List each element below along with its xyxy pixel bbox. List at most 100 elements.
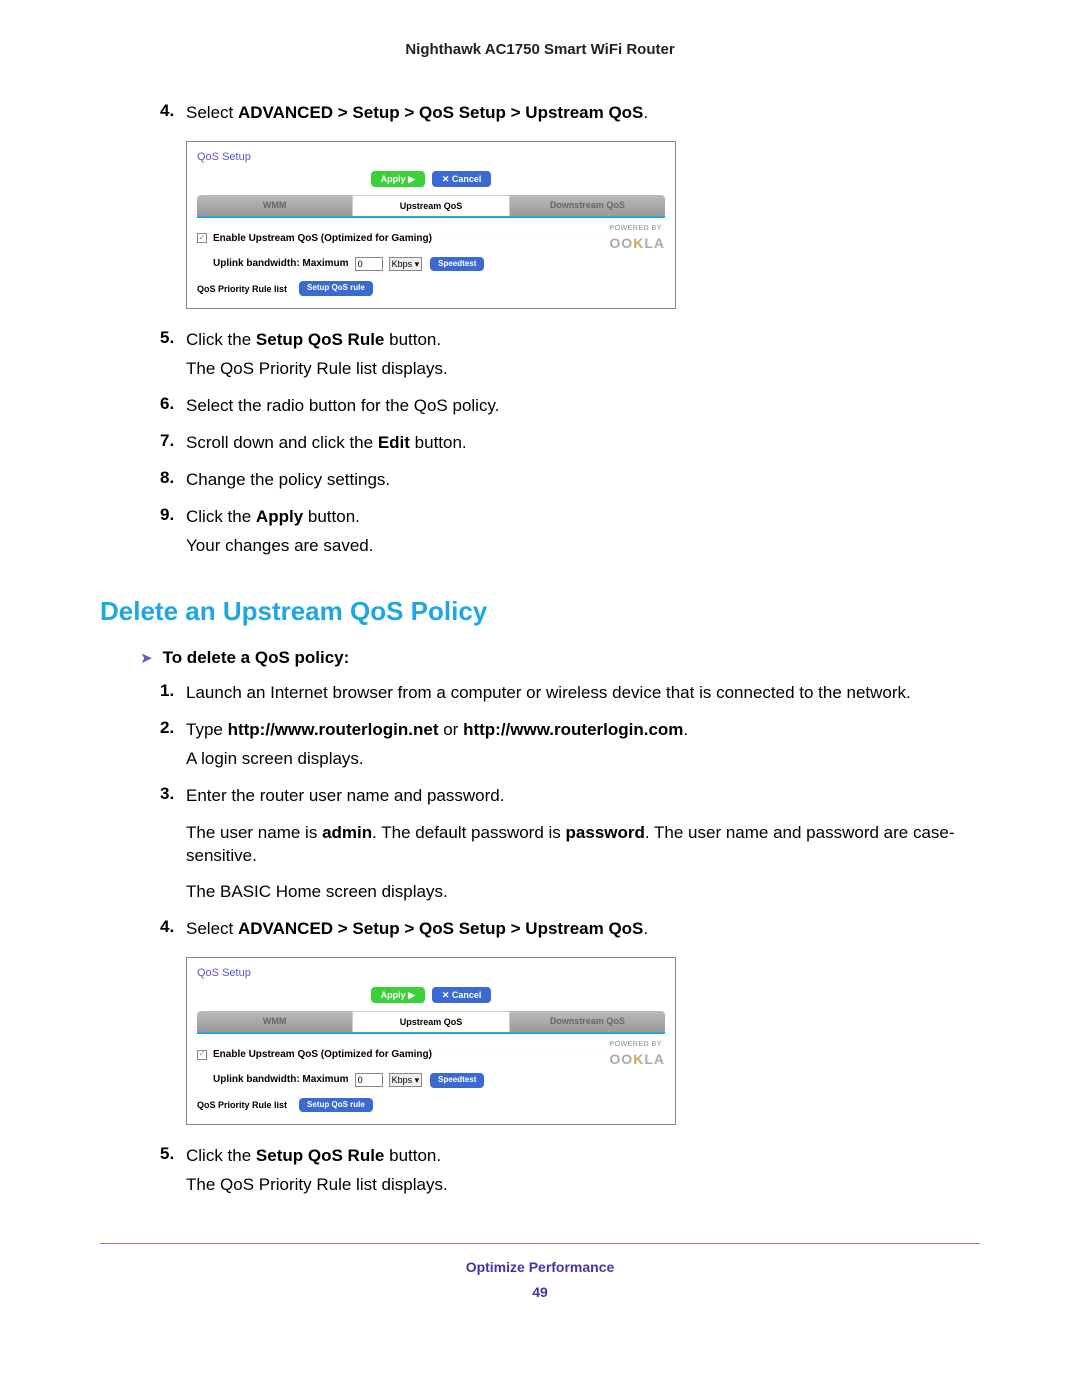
tabs: WMM Upstream QoS Downstream QoS bbox=[197, 195, 665, 218]
url: http://www.routerlogin.net bbox=[228, 720, 439, 739]
nav-path: ADVANCED > Setup > QoS Setup > Upstream … bbox=[238, 103, 643, 122]
uplink-row: Uplink bandwidth: Maximum Kbps ▾ Speedte… bbox=[213, 1073, 665, 1088]
text: . The default password is bbox=[372, 823, 565, 842]
button-name: Setup QoS Rule bbox=[256, 330, 384, 349]
step-num: 3. bbox=[160, 783, 186, 911]
step-body: Click the Apply button. Your changes are… bbox=[186, 504, 980, 564]
t: LA bbox=[644, 1051, 665, 1067]
apply-button[interactable]: Apply ▶ bbox=[371, 987, 425, 1003]
tab-wmm[interactable]: WMM bbox=[197, 195, 352, 216]
step-7: 7. Scroll down and click the Edit button… bbox=[160, 430, 980, 461]
uplink-input[interactable] bbox=[355, 1073, 383, 1087]
uplink-label: Uplink bandwidth: Maximum bbox=[213, 1073, 349, 1087]
qos-screenshot: QoS Setup Apply ▶ ✕ Cancel WMM Upstream … bbox=[186, 957, 676, 1125]
powered-by: POWERED BY bbox=[609, 1040, 665, 1049]
footer-title: Optimize Performance bbox=[100, 1258, 980, 1277]
step-body: Enter the router user name and password.… bbox=[186, 783, 980, 911]
qos-buttons: Apply ▶ ✕ Cancel bbox=[197, 171, 665, 187]
priority-row: QoS Priority Rule list Setup QoS rule bbox=[197, 1098, 665, 1113]
password: password bbox=[566, 823, 645, 842]
cancel-button[interactable]: ✕ Cancel bbox=[432, 171, 492, 187]
del-step-5: 5. Click the Setup QoS Rule button. The … bbox=[160, 1143, 980, 1203]
step-num: 7. bbox=[160, 430, 186, 461]
text: Click the bbox=[186, 330, 256, 349]
ookla-text: OOKLA bbox=[609, 1050, 665, 1069]
text: Scroll down and click the bbox=[186, 433, 378, 452]
chevron-down-icon: ▾ bbox=[415, 259, 420, 269]
step-num: 5. bbox=[160, 1143, 186, 1203]
kbps-select[interactable]: Kbps ▾ bbox=[389, 1073, 423, 1087]
page-footer: Optimize Performance 49 bbox=[100, 1243, 980, 1302]
tab-downstream[interactable]: Downstream QoS bbox=[510, 195, 665, 216]
step-num: 4. bbox=[160, 100, 186, 131]
priority-label: QoS Priority Rule list bbox=[197, 283, 287, 295]
tab-upstream[interactable]: Upstream QoS bbox=[352, 195, 509, 216]
url: http://www.routerlogin.com bbox=[463, 720, 683, 739]
step-num: 1. bbox=[160, 680, 186, 711]
t: LA bbox=[644, 235, 665, 251]
step-num: 4. bbox=[160, 916, 186, 947]
step-body: Select ADVANCED > Setup > QoS Setup > Up… bbox=[186, 100, 980, 131]
enable-label: Enable Upstream QoS (Optimized for Gamin… bbox=[213, 232, 432, 246]
text: button. bbox=[303, 507, 360, 526]
del-step-3: 3. Enter the router user name and passwo… bbox=[160, 783, 980, 911]
footer-page: 49 bbox=[100, 1283, 980, 1302]
tab-wmm[interactable]: WMM bbox=[197, 1011, 352, 1032]
t: Kbps bbox=[392, 1075, 413, 1085]
qos-buttons: Apply ▶ ✕ Cancel bbox=[197, 987, 665, 1003]
text: or bbox=[439, 720, 464, 739]
priority-label: QoS Priority Rule list bbox=[197, 1099, 287, 1111]
text: Change the policy settings. bbox=[186, 469, 980, 492]
ookla-logo: POWERED BY OOKLA bbox=[609, 1040, 665, 1068]
step-num: 5. bbox=[160, 327, 186, 387]
uplink-input[interactable] bbox=[355, 257, 383, 271]
enable-checkbox[interactable]: ✓ bbox=[197, 233, 207, 243]
button-name: Edit bbox=[378, 433, 410, 452]
speedtest-button[interactable]: Speedtest bbox=[430, 257, 484, 272]
text: Click the bbox=[186, 1146, 256, 1165]
text: Select bbox=[186, 103, 238, 122]
text: . bbox=[643, 103, 648, 122]
text: Type bbox=[186, 720, 228, 739]
del-step-1: 1. Launch an Internet browser from a com… bbox=[160, 680, 980, 711]
kbps-select[interactable]: Kbps ▾ bbox=[389, 257, 423, 271]
step-6: 6. Select the radio button for the QoS p… bbox=[160, 393, 980, 424]
speedtest-button[interactable]: Speedtest bbox=[430, 1073, 484, 1088]
username: admin bbox=[322, 823, 372, 842]
enable-row: ✓ Enable Upstream QoS (Optimized for Gam… bbox=[197, 1040, 665, 1068]
text: The BASIC Home screen displays. bbox=[186, 881, 980, 904]
t: Kbps bbox=[392, 259, 413, 269]
enable-checkbox[interactable]: ✓ bbox=[197, 1050, 207, 1060]
text: button. bbox=[384, 330, 441, 349]
arrow-icon: ➤ bbox=[140, 649, 153, 669]
apply-button[interactable]: Apply ▶ bbox=[371, 171, 425, 187]
step-body: Scroll down and click the Edit button. bbox=[186, 430, 980, 461]
t: K bbox=[633, 235, 644, 251]
qos-title: QoS Setup bbox=[197, 966, 665, 981]
section-heading: Delete an Upstream QoS Policy bbox=[100, 594, 980, 629]
nav-path: ADVANCED > Setup > QoS Setup > Upstream … bbox=[238, 919, 643, 938]
button-name: Setup QoS Rule bbox=[256, 1146, 384, 1165]
text: Click the bbox=[186, 507, 256, 526]
step-num: 6. bbox=[160, 393, 186, 424]
tab-downstream[interactable]: Downstream QoS bbox=[510, 1011, 665, 1032]
setup-qos-rule-button[interactable]: Setup QoS rule bbox=[299, 1098, 373, 1113]
button-name: Apply bbox=[256, 507, 303, 526]
t: OO bbox=[609, 235, 633, 251]
step-body: Change the policy settings. bbox=[186, 467, 980, 498]
cancel-button[interactable]: ✕ Cancel bbox=[432, 987, 492, 1003]
uplink-row: Uplink bandwidth: Maximum Kbps ▾ Speedte… bbox=[213, 257, 665, 272]
step-body: Click the Setup QoS Rule button. The QoS… bbox=[186, 327, 980, 387]
priority-row: QoS Priority Rule list Setup QoS rule bbox=[197, 281, 665, 296]
del-step-2: 2. Type http://www.routerlogin.net or ht… bbox=[160, 717, 980, 777]
step-body: Select the radio button for the QoS poli… bbox=[186, 393, 980, 424]
powered-by: POWERED BY bbox=[609, 224, 665, 233]
tab-upstream[interactable]: Upstream QoS bbox=[352, 1011, 509, 1032]
text: Enter the router user name and password. bbox=[186, 785, 980, 808]
ookla-logo: POWERED BY OOKLA bbox=[609, 224, 665, 252]
text: . bbox=[643, 919, 648, 938]
setup-qos-rule-button[interactable]: Setup QoS rule bbox=[299, 281, 373, 296]
qos-screenshot: QoS Setup Apply ▶ ✕ Cancel WMM Upstream … bbox=[186, 141, 676, 309]
step-body: Select ADVANCED > Setup > QoS Setup > Up… bbox=[186, 916, 980, 947]
text: button. bbox=[410, 433, 467, 452]
